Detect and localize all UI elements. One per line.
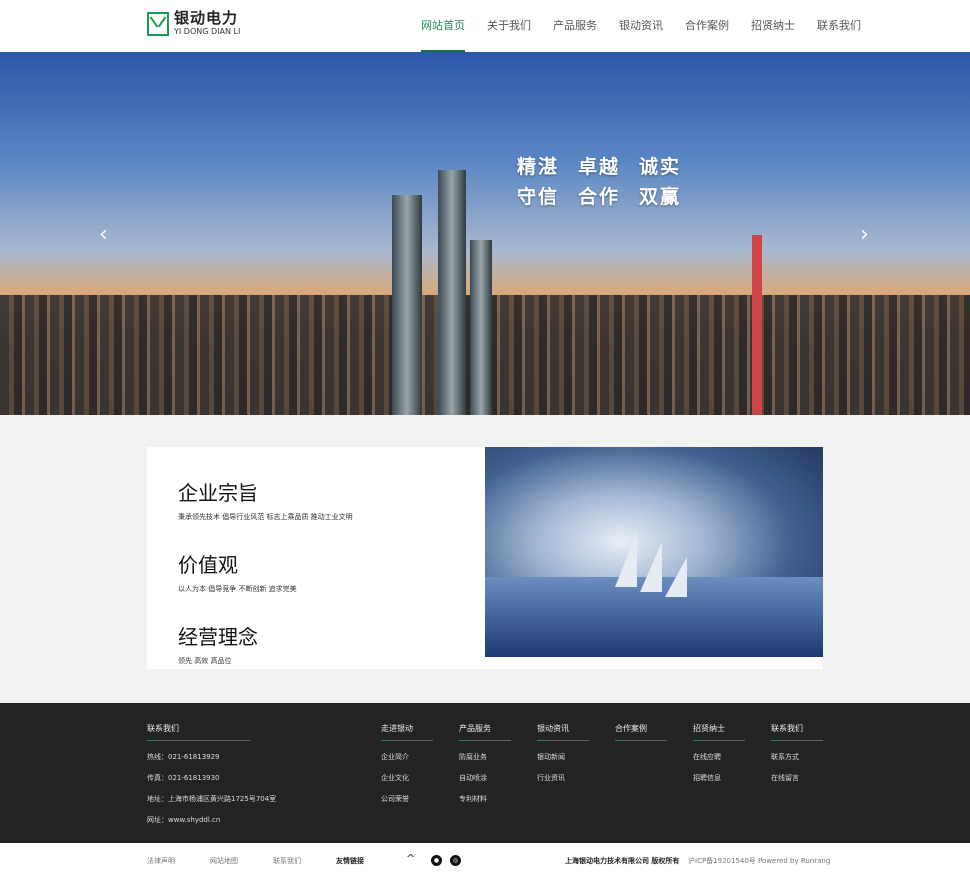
footer-col: 产品服务 防腐业务 自动喷涂 专利材料 — [459, 723, 511, 804]
chevron-up-icon[interactable]: ^ — [406, 852, 415, 865]
footer-link[interactable]: 招聘信息 — [693, 773, 745, 783]
values-card: 企业宗旨 秉承领先技术 倡导行业风范 标志上乘品质 推动工业文明 价值观 以人为… — [147, 447, 823, 669]
tower-image — [438, 170, 466, 415]
legal-link[interactable]: 法律声明 — [147, 856, 175, 866]
logo[interactable]: 银动电力 YI DONG DIAN LI — [147, 11, 240, 36]
value-title: 企业宗旨 — [178, 481, 258, 505]
footer-col: 银动资讯 银动新闻 行业资讯 — [537, 723, 589, 783]
footer-heading: 联系我们 — [147, 723, 250, 741]
footer-col: 联系我们 联系方式 在线留言 — [771, 723, 823, 783]
nav-cases[interactable]: 合作案例 — [674, 0, 740, 52]
footer-link[interactable]: 联系方式 — [771, 752, 823, 762]
footer-link[interactable]: 专利材料 — [459, 794, 511, 804]
footer-heading[interactable]: 产品服务 — [459, 723, 511, 741]
tower-image — [392, 195, 422, 415]
bottom-bar: 法律声明 网站地图 联系我们 友情链接 ^ ● ◎ 上海银动电力技术有限公司 版… — [0, 843, 970, 876]
value-title: 价值观 — [178, 553, 238, 577]
value-desc: 以人为本 倡导竞争 不断创新 追求完美 — [178, 585, 297, 593]
footer-link[interactable]: 自动喷涂 — [459, 773, 511, 783]
footer-link[interactable]: 在线留言 — [771, 773, 823, 783]
about-section: 企业宗旨 秉承领先技术 倡导行业风范 标志上乘品质 推动工业文明 价值观 以人为… — [0, 415, 970, 703]
footer-heading[interactable]: 招贤纳士 — [693, 723, 745, 741]
friend-links[interactable]: 友情链接 — [336, 856, 364, 866]
website[interactable]: 网址：www.shyddl.cn — [147, 815, 276, 825]
slogan-word: 精湛 — [517, 156, 560, 178]
footer-col: 走进银动 企业简介 企业文化 公司荣誉 — [381, 723, 433, 804]
nav-about[interactable]: 关于我们 — [476, 0, 542, 52]
footer-col: 合作案例 — [615, 723, 667, 741]
footer-link[interactable]: 银动新闻 — [537, 752, 589, 762]
next-slide-icon[interactable]: › — [860, 222, 869, 247]
footer-link[interactable]: 企业文化 — [381, 773, 433, 783]
slogan-word: 守信 — [517, 186, 560, 208]
footer-link[interactable]: 企业简介 — [381, 752, 433, 762]
footer-heading[interactable]: 联系我们 — [771, 723, 823, 741]
footer-link[interactable]: 行业资讯 — [537, 773, 589, 783]
footer-heading[interactable]: 合作案例 — [615, 723, 667, 741]
nav-contact[interactable]: 联系我们 — [806, 0, 872, 52]
prev-slide-icon[interactable]: ‹ — [99, 222, 108, 247]
slogan-word: 合作 — [578, 186, 621, 208]
icp-info[interactable]: 沪ICP备19201540号 Powered by Runrang — [688, 856, 830, 866]
footer-col: 招贤纳士 在线应聘 招聘信息 — [693, 723, 745, 783]
value-desc: 领先 高效 高品位 — [178, 657, 232, 665]
sitemap-link[interactable]: 网站地图 — [210, 856, 238, 866]
tower-image — [470, 240, 492, 415]
wechat-icon[interactable]: ● — [431, 855, 442, 866]
fax: 传真：021-61813930 — [147, 774, 220, 782]
hotline: 热线：021-61813929 — [147, 753, 220, 761]
slogan-word: 诚实 — [639, 156, 682, 178]
slogan-word: 双赢 — [639, 186, 682, 208]
address: 地址：上海市杨浦区黄兴路1725号704室 — [147, 795, 277, 803]
nav-home[interactable]: 网站首页 — [410, 0, 476, 52]
copyright: 上海银动电力技术有限公司 版权所有 — [565, 857, 680, 865]
logo-text-en: YI DONG DIAN LI — [174, 27, 241, 36]
logo-text-cn: 银动电力 — [174, 9, 239, 27]
sailing-ship-image — [485, 447, 823, 657]
hero-slogan: 精湛 卓越 诚实 守信 合作 双赢 — [517, 152, 700, 212]
footer-link[interactable]: 防腐业务 — [459, 752, 511, 762]
tower-image — [752, 235, 762, 415]
footer: 联系我们 热线：021-61813929 传真：021-61813930 地址：… — [0, 703, 970, 843]
nav-news[interactable]: 银动资讯 — [608, 0, 674, 52]
main-nav: 网站首页 关于我们 产品服务 银动资讯 合作案例 招贤纳士 联系我们 — [410, 0, 872, 52]
nav-products[interactable]: 产品服务 — [542, 0, 608, 52]
contact-link[interactable]: 联系我们 — [273, 856, 301, 866]
logo-icon — [147, 11, 169, 36]
hero-banner: 精湛 卓越 诚实 守信 合作 双赢 ‹ › — [0, 52, 970, 415]
footer-heading[interactable]: 走进银动 — [381, 723, 433, 741]
footer-heading[interactable]: 银动资讯 — [537, 723, 589, 741]
footer-contact: 联系我们 热线：021-61813929 传真：021-61813930 地址：… — [147, 723, 276, 825]
nav-jobs[interactable]: 招贤纳士 — [740, 0, 806, 52]
footer-link[interactable]: 在线应聘 — [693, 752, 745, 762]
slogan-word: 卓越 — [578, 156, 621, 178]
weibo-icon[interactable]: ◎ — [450, 855, 461, 866]
header: 银动电力 YI DONG DIAN LI 网站首页 关于我们 产品服务 银动资讯… — [0, 0, 970, 52]
value-title: 经营理念 — [178, 625, 258, 649]
value-desc: 秉承领先技术 倡导行业风范 标志上乘品质 推动工业文明 — [178, 513, 353, 521]
footer-link[interactable]: 公司荣誉 — [381, 794, 433, 804]
